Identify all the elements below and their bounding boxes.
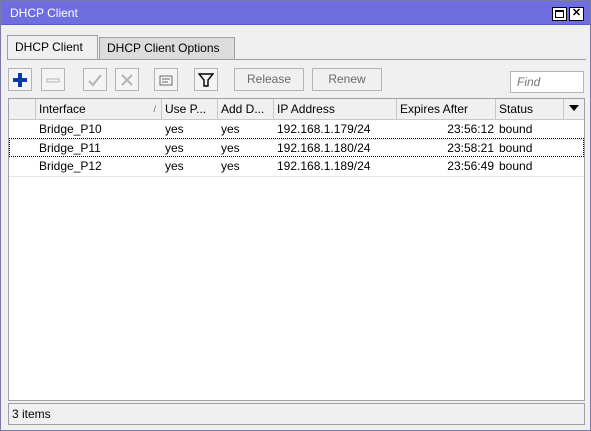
window-title: DHCP Client [10,6,78,20]
remove-button[interactable] [41,68,65,91]
plus-icon [13,73,27,87]
table-row-selected[interactable]: Bridge_P11 yes yes 192.168.1.180/24 23:5… [9,138,584,157]
cell-status: bound [499,141,533,155]
column-header-add-default[interactable]: Add D... [218,99,274,119]
filter-icon [198,73,214,87]
column-header-expires-after[interactable]: Expires After [397,99,496,119]
row-divider [9,176,584,177]
cell-ip-address: 192.168.1.179/24 [277,122,371,136]
note-icon [159,75,173,86]
status-bar: 3 items [8,403,585,425]
find-input[interactable] [510,71,584,93]
cell-use-peer: yes [165,159,184,173]
minus-icon [46,78,60,83]
item-count: 3 items [12,407,51,421]
disable-button[interactable] [115,68,139,91]
cell-interface: Bridge_P11 [39,141,101,155]
tab-dhcp-client[interactable]: DHCP Client [7,35,98,60]
table-row[interactable]: Bridge_P10 yes yes 192.168.1.179/24 23:5… [9,120,584,139]
tab-dhcp-client-options[interactable]: DHCP Client Options [99,37,235,59]
cell-expires-after: 23:56:49 [447,159,494,173]
column-header-ip-address[interactable]: IP Address [274,99,397,119]
table-row[interactable]: Bridge_P12 yes yes 192.168.1.189/24 23:5… [9,157,584,176]
check-icon [88,74,102,87]
add-button[interactable] [8,68,32,91]
cell-add-default: yes [221,122,240,136]
cell-status: bound [499,159,533,173]
cell-expires-after: 23:58:21 [447,141,494,155]
maximize-button[interactable] [552,7,567,21]
cell-expires-after: 23:56:12 [447,122,494,136]
cell-add-default: yes [221,159,240,173]
dhcp-client-window: DHCP Client ✕ DHCP Client DHCP Client Op… [0,0,591,431]
comment-button[interactable] [154,68,178,91]
renew-button[interactable]: Renew [312,68,382,91]
enable-button[interactable] [83,68,107,91]
close-button[interactable]: ✕ [569,7,584,21]
column-header-interface[interactable]: Interface / [36,99,162,119]
cell-use-peer: yes [165,141,184,155]
toolbar: Release Renew [1,65,590,95]
maximize-icon [555,10,564,18]
columns-dropdown-icon[interactable] [569,105,579,111]
cell-interface: Bridge_P12 [39,159,102,173]
cell-ip-address: 192.168.1.189/24 [277,159,371,173]
close-icon: ✕ [571,7,582,19]
column-header-status[interactable]: Status [496,99,564,119]
cell-status: bound [499,122,533,136]
header-spacer [9,99,36,119]
cell-add-default: yes [221,141,240,155]
table-header: Interface / Use P... Add D... IP Address… [9,99,584,120]
release-button[interactable]: Release [234,68,304,91]
filter-button[interactable] [194,68,218,91]
cell-use-peer: yes [165,122,184,136]
cell-interface: Bridge_P10 [39,122,102,136]
column-header-use-peer[interactable]: Use P... [162,99,218,119]
x-icon [121,74,133,86]
sort-icon: / [153,104,156,114]
cell-ip-address: 192.168.1.180/24 [277,141,371,155]
title-bar[interactable]: DHCP Client ✕ [1,1,590,25]
dhcp-client-table: Interface / Use P... Add D... IP Address… [8,98,585,401]
tab-divider [7,59,586,60]
